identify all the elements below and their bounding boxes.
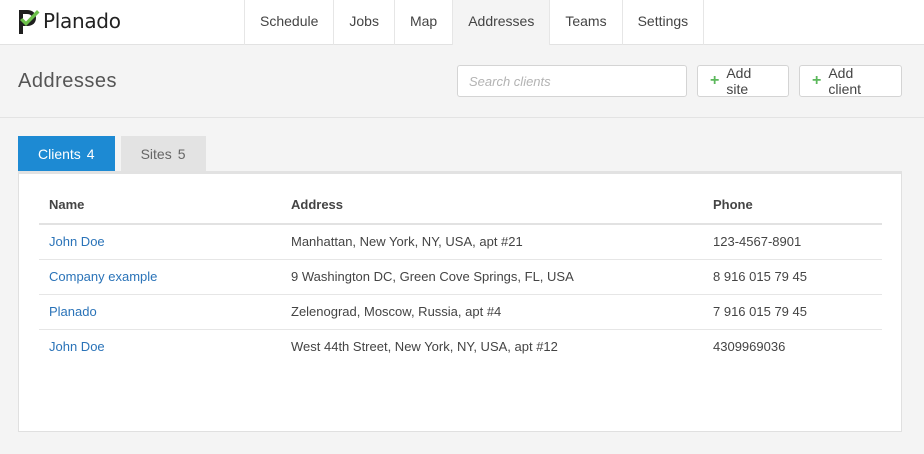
tab-bar: Clients 4 Sites 5 <box>18 136 212 172</box>
add-client-button[interactable]: + Add client <box>799 65 902 97</box>
add-client-label: Add client <box>828 65 862 97</box>
column-header-phone: Phone <box>703 186 882 225</box>
table-row: John Doe West 44th Street, New York, NY,… <box>39 329 882 364</box>
nav-item-schedule[interactable]: Schedule <box>245 0 335 45</box>
table-row: Planado Zelenograd, Moscow, Russia, apt … <box>39 294 882 330</box>
page-header: Addresses + Add site + Add client <box>0 45 924 118</box>
client-name-link[interactable]: John Doe <box>49 339 105 354</box>
tab-label: Sites <box>140 146 172 162</box>
nav-item-map[interactable]: Map <box>395 0 454 45</box>
tab-sites[interactable]: Sites 5 <box>120 136 206 172</box>
client-name-cell: John Doe <box>39 329 281 364</box>
client-phone-cell: 8 916 015 79 45 <box>703 259 882 295</box>
client-address-cell: West 44th Street, New York, NY, USA, apt… <box>291 339 558 355</box>
add-site-label: Add site <box>726 65 752 97</box>
nav-item-addresses[interactable]: Addresses <box>453 0 551 45</box>
client-name-cell: Company example <box>39 259 281 295</box>
page-title: Addresses <box>18 70 117 92</box>
tab-label: Clients <box>38 146 81 162</box>
client-address-cell: Zelenograd, Moscow, Russia, apt #4 <box>281 294 703 330</box>
tab-count: 5 <box>177 146 186 162</box>
client-phone-cell: 7 916 015 79 45 <box>703 294 882 330</box>
client-name-link[interactable]: John Doe <box>49 234 105 249</box>
client-address-cell: 9 Washington DC, Green Cove Springs, FL,… <box>281 259 703 295</box>
logo-text: Planado <box>43 9 121 33</box>
table-header-row: Name Address Phone <box>39 186 882 225</box>
client-address-cell: Manhattan, New York, NY, USA, apt #21 <box>281 224 703 260</box>
table-row: Company example 9 Washington DC, Green C… <box>39 259 882 295</box>
client-name-link[interactable]: Planado <box>49 304 97 319</box>
logo-icon <box>19 10 40 34</box>
client-name-cell: Planado <box>39 294 281 330</box>
nav-item-teams[interactable]: Teams <box>550 0 623 45</box>
plus-icon: + <box>710 72 720 89</box>
column-header-address: Address <box>281 186 703 225</box>
clients-table: Name Address Phone John Doe Manhattan, N… <box>39 186 882 364</box>
client-phone-cell: 123-4567-8901 <box>703 224 882 260</box>
client-name-cell: John Doe <box>39 224 281 260</box>
table-row: John Doe Manhattan, New York, NY, USA, a… <box>39 224 882 260</box>
search-input[interactable] <box>457 65 687 97</box>
clients-card: Name Address Phone John Doe Manhattan, N… <box>18 171 902 432</box>
planado-logo[interactable]: Planado <box>16 7 121 35</box>
tab-count: 4 <box>86 146 95 162</box>
top-navbar: Planado Schedule Jobs Map Addresses Team… <box>0 0 924 45</box>
nav-item-jobs[interactable]: Jobs <box>334 0 395 45</box>
add-site-button[interactable]: + Add site <box>697 65 789 97</box>
tab-clients[interactable]: Clients 4 <box>18 136 115 172</box>
plus-icon: + <box>812 72 822 89</box>
main-nav: Schedule Jobs Map Addresses Teams Settin… <box>244 0 705 45</box>
column-header-name: Name <box>39 186 281 225</box>
nav-item-settings[interactable]: Settings <box>623 0 705 45</box>
client-name-link[interactable]: Company example <box>49 269 157 284</box>
client-phone-cell: 4309969036 <box>713 339 786 355</box>
